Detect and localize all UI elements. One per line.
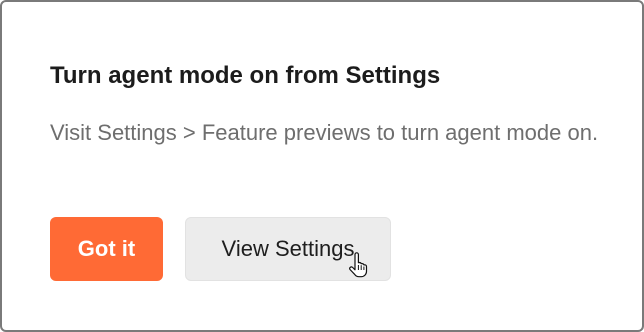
agent-mode-dialog: Turn agent mode on from Settings Visit S… [0, 0, 644, 332]
dialog-message: Visit Settings > Feature previews to tur… [50, 120, 599, 145]
view-settings-button[interactable]: View Settings [185, 217, 391, 281]
got-it-button[interactable]: Got it [50, 217, 163, 281]
dialog-title: Turn agent mode on from Settings [50, 62, 441, 89]
